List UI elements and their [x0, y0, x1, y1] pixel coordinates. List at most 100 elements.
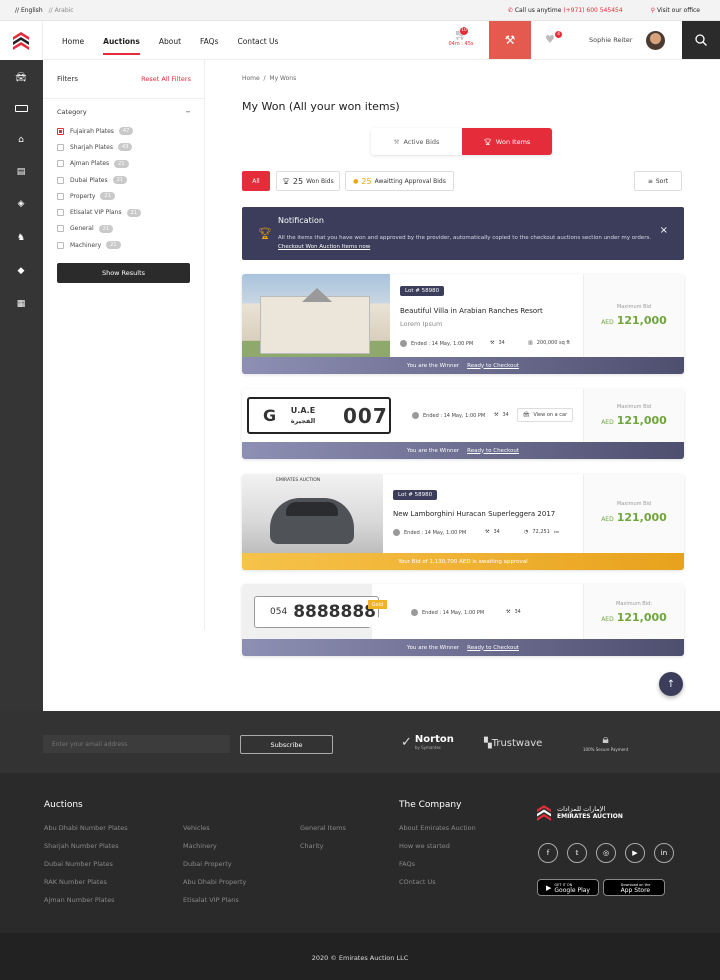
- filter-dubai-plates[interactable]: Dubai Plates 21: [57, 172, 141, 188]
- visit-office[interactable]: ⚲ Visit our office: [651, 7, 700, 14]
- filter-machinery[interactable]: Machinery 21: [57, 237, 141, 253]
- tab-won-items[interactable]: 🏆︎ Won Items: [462, 128, 552, 155]
- checkbox[interactable]: [57, 176, 64, 184]
- diamond-icon[interactable]: ◆: [14, 266, 28, 276]
- number-plate[interactable]: G U.A.E الفجيرة 007: [247, 397, 391, 434]
- item-title[interactable]: Beautiful Villa in Arabian Ranches Resor…: [400, 307, 543, 315]
- tab-active-bids[interactable]: ⚒ Active Bids: [371, 128, 462, 155]
- auction-hammer-button[interactable]: ⚒: [489, 21, 531, 59]
- chip-all[interactable]: All: [242, 171, 270, 191]
- footer-link[interactable]: Dubai Number Plates: [44, 855, 128, 873]
- filter-etisalat-vip[interactable]: Etisalat VIP Plans 21: [57, 204, 141, 220]
- twitter-icon[interactable]: 𝕥: [567, 843, 587, 863]
- checkbox[interactable]: [57, 192, 64, 200]
- checkbox[interactable]: [57, 209, 64, 217]
- lang-arabic[interactable]: // Arabic: [49, 7, 74, 14]
- filter-ajman-plates[interactable]: Ajman Plates 21: [57, 156, 141, 172]
- call-info[interactable]: ✆ Call us anytime (+971) 600 545454: [508, 7, 623, 14]
- user-name[interactable]: Sophie Reiter: [589, 36, 632, 44]
- layers-icon[interactable]: ◈: [14, 199, 28, 209]
- lot-badge: Lot # 58980: [393, 490, 438, 500]
- footer-link[interactable]: Dubai Property: [183, 855, 246, 873]
- footer-link[interactable]: Etisalat VIP Plans: [183, 891, 246, 909]
- footer-link[interactable]: COntact Us: [399, 873, 476, 891]
- email-input[interactable]: [43, 735, 230, 753]
- ready-to-checkout-link[interactable]: Ready to Checkout: [467, 645, 519, 651]
- search-button[interactable]: [682, 21, 720, 59]
- category-header[interactable]: Category −: [57, 108, 191, 116]
- checkbox[interactable]: [57, 225, 64, 233]
- checkbox[interactable]: [57, 241, 64, 249]
- plate-icon[interactable]: [14, 103, 28, 113]
- favorites-button[interactable]: ♥ 4: [545, 31, 562, 46]
- filter-fujairah-plates[interactable]: Fujairah Plates 47: [57, 123, 141, 139]
- facebook-icon[interactable]: f: [538, 843, 558, 863]
- linkedin-icon[interactable]: in: [654, 843, 674, 863]
- car-image[interactable]: EMIRATES AUCTION: [242, 474, 383, 553]
- close-icon[interactable]: ×: [660, 225, 668, 236]
- view-on-car-button[interactable]: 🚘︎ View on a car: [517, 408, 574, 422]
- ended-text: Ended : 14 May, 1:00 PM: [404, 529, 467, 536]
- item-title[interactable]: New Lamborghini Huracan Superleggera 201…: [393, 510, 555, 518]
- filter-sharjah-plates[interactable]: Sharjah Plates 43: [57, 139, 141, 155]
- footer-link[interactable]: General Items: [300, 819, 346, 837]
- horse-icon[interactable]: ♞: [14, 233, 28, 243]
- phone-plate-image[interactable]: 054 8888888 Gold: [242, 584, 387, 639]
- won-card-car[interactable]: EMIRATES AUCTION Lot # 58980 New Lamborg…: [242, 474, 684, 570]
- cart-widget[interactable]: 🛒︎ 10 04m : 45s: [446, 27, 476, 52]
- footer-link[interactable]: FAQs: [399, 855, 476, 873]
- copyright-text: 2020 © Emirates Auction LLC: [311, 954, 409, 962]
- filter-property[interactable]: Property 21: [57, 188, 141, 204]
- reset-filters-link[interactable]: Reset All Filters: [141, 75, 191, 83]
- machinery-icon[interactable]: ▦: [14, 299, 28, 309]
- won-card-plate[interactable]: G U.A.E الفجيرة 007 Ended : 14 May, 1:00 …: [242, 389, 684, 459]
- language-switcher: // English // Arabic: [15, 7, 74, 14]
- instagram-icon[interactable]: ◎: [596, 843, 616, 863]
- footer-link[interactable]: How we started: [399, 837, 476, 855]
- footer-link[interactable]: Charity: [300, 837, 346, 855]
- checkbox[interactable]: [57, 143, 64, 151]
- ready-to-checkout-link[interactable]: Ready to Checkout: [467, 448, 519, 454]
- nav-about[interactable]: About: [159, 37, 181, 55]
- chip-awaiting-approval[interactable]: ● 25 Awaitting Approval Bids: [345, 171, 454, 191]
- sort-button[interactable]: ≡ Sort: [634, 171, 682, 191]
- footer-link[interactable]: Ajman Number Plates: [44, 891, 128, 909]
- footer-link[interactable]: Machinery: [183, 837, 246, 855]
- nav-faqs[interactable]: FAQs: [200, 37, 218, 55]
- villa-image[interactable]: [242, 274, 390, 357]
- footer-link[interactable]: Vehicles: [183, 819, 246, 837]
- ready-to-checkout-link[interactable]: Ready to Checkout: [467, 363, 519, 369]
- nav-auctions[interactable]: Auctions: [103, 37, 140, 55]
- subscribe-button[interactable]: Subscribe: [240, 735, 333, 754]
- youtube-icon[interactable]: ▶: [625, 843, 645, 863]
- show-results-button[interactable]: Show Results: [57, 263, 190, 283]
- footer-link[interactable]: Abu Dhabi Property: [183, 873, 246, 891]
- nav-home[interactable]: Home: [62, 37, 84, 55]
- checkout-won-link[interactable]: Checkout Won Auction Items now: [278, 244, 370, 250]
- logo[interactable]: [0, 21, 43, 60]
- footer-link[interactable]: About Emirates Auction: [399, 819, 476, 837]
- collapse-icon[interactable]: −: [186, 108, 191, 116]
- breadcrumb-home[interactable]: Home: [242, 75, 260, 82]
- lang-english[interactable]: // English: [15, 7, 43, 14]
- nav-contact[interactable]: Contact Us: [237, 37, 278, 55]
- footer-logo[interactable]: الإمارات للمزادات EMIRATES AUCTION: [537, 804, 623, 822]
- avatar[interactable]: [646, 31, 665, 50]
- checkbox[interactable]: [57, 160, 64, 168]
- document-icon[interactable]: ▤: [14, 167, 28, 177]
- phone-number[interactable]: (+971) 600 545454: [563, 7, 622, 14]
- chip-won-bids[interactable]: 🏆︎ 25 Won Bids: [276, 171, 340, 191]
- footer-link[interactable]: Sharjah Number Plates: [44, 837, 128, 855]
- google-play-button[interactable]: ▶ GET IT ON Google Play: [537, 879, 599, 896]
- won-card-villa[interactable]: Lot # 58980 Beautiful Villa in Arabian R…: [242, 274, 684, 374]
- app-store-button[interactable]: Download on the App Store: [603, 879, 665, 896]
- won-card-phone-number[interactable]: 054 8888888 Gold Ended : 14 May, 1:00 PM…: [242, 584, 684, 656]
- car-icon[interactable]: 🚘︎: [14, 73, 28, 83]
- norton-sub: by Symantec: [414, 745, 442, 750]
- checkbox[interactable]: [57, 127, 64, 135]
- home-icon[interactable]: ⌂: [14, 135, 28, 145]
- filter-general[interactable]: General 21: [57, 221, 141, 237]
- scroll-to-top-button[interactable]: ↑: [659, 672, 683, 696]
- footer-link[interactable]: Abu Dhabi Number Plates: [44, 819, 128, 837]
- footer-link[interactable]: RAK Number Plates: [44, 873, 128, 891]
